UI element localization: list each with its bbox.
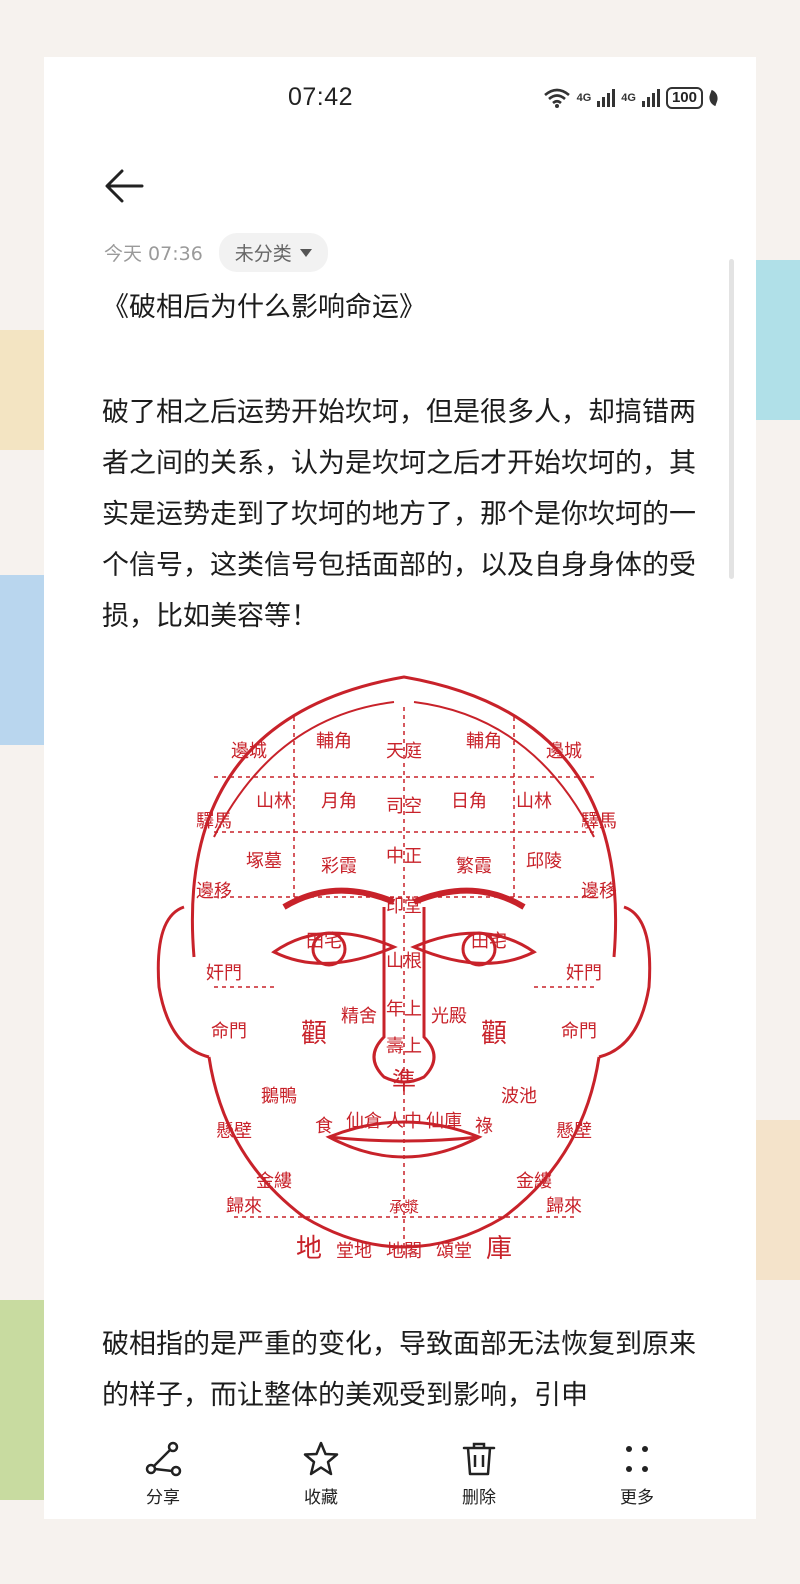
signal-bars-2-icon <box>641 89 660 107</box>
signal-1-label: 4G <box>576 92 592 104</box>
category-label: 未分类 <box>234 243 292 265</box>
face-label-yuejiao: 月角 <box>321 791 357 812</box>
share-label: 分享 <box>146 1487 180 1508</box>
face-label-zhun: 準 <box>392 1067 416 1095</box>
power-saving-icon <box>706 89 721 107</box>
category-dropdown[interactable]: 未分类 <box>218 233 328 272</box>
star-icon <box>303 1441 339 1475</box>
face-label-jinlou-right: 金縷 <box>516 1171 552 1192</box>
face-label-shanlin-left: 山林 <box>256 791 292 812</box>
face-label-shoushang: 壽上 <box>386 1036 422 1057</box>
face-label-guilai-right: 歸來 <box>546 1196 582 1217</box>
face-label-nianshang: 年上 <box>386 999 422 1020</box>
face-label-eya: 鵝鴨 <box>261 1086 297 1107</box>
face-label-bianyi-right: 邊移 <box>581 881 617 902</box>
more-label: 更多 <box>620 1487 654 1508</box>
face-label-quan-left: 顴 <box>301 1019 327 1049</box>
face-label-mingmen-right: 命門 <box>561 1021 597 1042</box>
face-label-bianyi-left: 邊移 <box>196 881 232 902</box>
face-label-xiancang: 仙倉 <box>346 1111 382 1132</box>
face-label-zhongmu: 塚墓 <box>246 851 282 872</box>
face-label-qiuling: 邱陵 <box>526 851 562 872</box>
face-label-xuanbi-right: 懸壁 <box>556 1121 592 1142</box>
face-label-zhongzheng: 中正 <box>386 846 422 867</box>
battery-indicator: 100 <box>665 87 703 109</box>
face-label-mingmen-left: 命門 <box>211 1021 247 1042</box>
wifi-icon <box>543 88 570 108</box>
face-label-jianmen-right: 奸門 <box>566 963 602 984</box>
face-label-guilai-left: 歸來 <box>226 1196 262 1217</box>
face-label-caixia: 彩霞 <box>321 856 357 877</box>
face-label-shangen: 山根 <box>386 951 422 972</box>
status-time: 07:42 <box>288 83 354 111</box>
face-label-ku: 庫 <box>486 1234 512 1264</box>
face-label-di: 地 <box>296 1234 322 1264</box>
face-label-fujiao-right: 輔角 <box>466 731 502 752</box>
face-label-tangdi: 堂地 <box>336 1241 372 1262</box>
face-reading-chart-image: 輔角 天庭 輔角 邊城 邊城 山林 月角 司空 日角 山林 驛馬 驛馬 塚墓 彩… <box>156 675 652 1264</box>
more-dots-icon <box>626 1445 648 1472</box>
more-button[interactable]: 更多 <box>587 1439 687 1508</box>
note-title: 《破相后为什么影响命运》 <box>102 292 426 323</box>
signal-2-label: 4G <box>621 92 636 104</box>
face-label-yintang: 印堂 <box>386 896 422 917</box>
face-label-biancheng-right: 邊城 <box>546 741 582 762</box>
back-button[interactable] <box>102 163 148 209</box>
face-label-guangdian: 光殿 <box>431 1006 467 1027</box>
note-body: 《破相后为什么影响命运》 破了相之后运势开始坎坷，但是很多人，却搞错两者之间的关… <box>102 281 706 642</box>
status-bar: 07:42 4G 4G 100 <box>44 57 756 141</box>
face-label-jianmen-left: 奸門 <box>206 963 242 984</box>
share-icon <box>145 1441 182 1476</box>
delete-label: 删除 <box>462 1487 496 1508</box>
face-label-tianting: 天庭 <box>386 741 422 762</box>
face-label-fanxia: 繁霞 <box>456 856 492 877</box>
phone-screen: 07:42 4G 4G 100 今天 07:36 未分类 《破相后为什么影响命运… <box>44 57 756 1519</box>
face-label-shi: 食 <box>315 1116 333 1137</box>
arrow-left-icon <box>105 169 144 203</box>
face-label-tianzhai-right: 田宅 <box>471 931 507 952</box>
face-label-lu: 祿 <box>475 1116 493 1137</box>
face-label-bochi: 波池 <box>501 1086 537 1107</box>
face-label-shanlin-right: 山林 <box>516 791 552 812</box>
note-timestamp: 今天 07:36 <box>104 243 203 265</box>
scrollbar[interactable] <box>729 259 734 579</box>
note-meta: 今天 07:36 未分类 <box>104 233 328 272</box>
face-label-dige: 地閣 <box>386 1241 422 1262</box>
face-label-xianku: 仙庫 <box>426 1111 462 1132</box>
share-button[interactable]: 分享 <box>113 1439 213 1508</box>
face-label-yima-left: 驛馬 <box>196 811 232 832</box>
caret-down-icon <box>299 248 312 257</box>
note-paragraph-2: 破相指的是严重的变化，导致面部无法恢复到原来的样子，而让整体的美观受到影响，引申 <box>102 1329 696 1411</box>
face-label-renzhong: 人中 <box>386 1111 422 1132</box>
trash-icon <box>462 1442 496 1475</box>
face-label-chengjiang: 承漿 <box>389 1198 419 1216</box>
face-label-yima-right: 驛馬 <box>581 811 617 832</box>
face-label-fujiao-left: 輔角 <box>316 731 352 752</box>
face-label-songtang: 頌堂 <box>436 1241 472 1262</box>
face-label-sikong: 司空 <box>386 796 422 817</box>
face-label-xuanbi-left: 懸壁 <box>216 1121 252 1142</box>
face-label-jingshe: 精舍 <box>341 1006 377 1027</box>
face-label-quan-right: 顴 <box>481 1019 507 1049</box>
signal-bars-1-icon <box>597 89 616 107</box>
favorite-button[interactable]: 收藏 <box>271 1439 371 1508</box>
face-label-rijiao: 日角 <box>451 791 487 812</box>
delete-button[interactable]: 删除 <box>429 1439 529 1508</box>
note-paragraph-1: 破了相之后运势开始坎坷，但是很多人，却搞错两者之间的关系，认为是坎坷之后才开始坎… <box>102 397 696 632</box>
favorite-label: 收藏 <box>304 1487 338 1508</box>
face-label-biancheng-left: 邊城 <box>231 741 267 762</box>
face-label-jinlou-left: 金縷 <box>256 1171 292 1192</box>
status-icons: 4G 4G 100 <box>543 87 721 109</box>
bottom-action-bar: 分享 收藏 删除 更多 <box>44 1427 756 1519</box>
face-label-tianzhai-left: 田宅 <box>306 931 342 952</box>
